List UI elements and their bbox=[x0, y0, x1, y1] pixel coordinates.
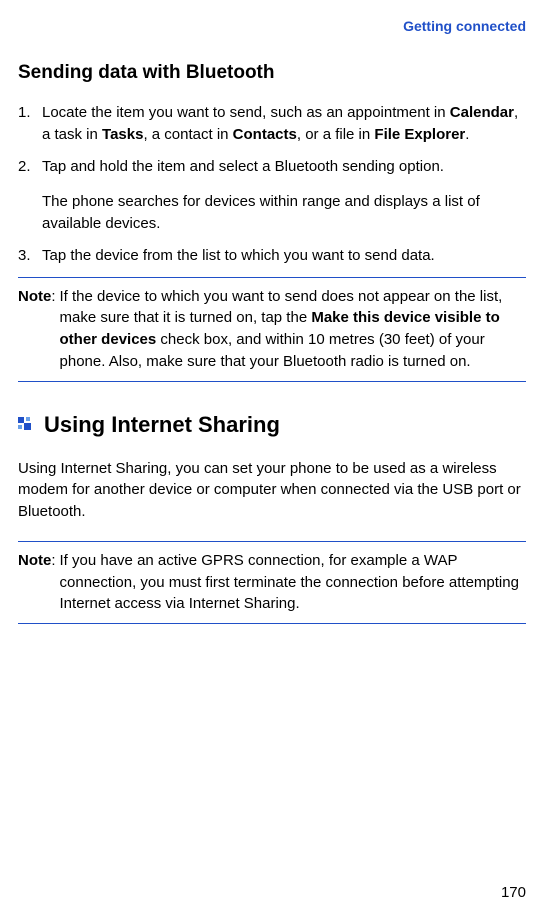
header-breadcrumb: Getting connected bbox=[18, 18, 526, 34]
note-1-label: Note: bbox=[18, 286, 60, 373]
note-box-1: Note: If the device to which you want to… bbox=[18, 277, 526, 382]
step-2-sub: The phone searches for devices within ra… bbox=[42, 191, 526, 235]
note-box-2: Note: If you have an active GPRS connect… bbox=[18, 541, 526, 624]
note-2-body: If you have an active GPRS connection, f… bbox=[60, 550, 526, 615]
step-3-text: Tap the device from the list to which yo… bbox=[42, 247, 435, 264]
step-1-bold-contacts: Contacts bbox=[233, 126, 297, 143]
step-1-text-e: . bbox=[465, 126, 469, 143]
step-3: Tap the device from the list to which yo… bbox=[18, 245, 526, 267]
note-1-body: If the device to which you want to send … bbox=[60, 286, 526, 373]
step-1-text-d: , or a file in bbox=[297, 126, 375, 143]
steps-list: Locate the item you want to send, such a… bbox=[18, 102, 526, 267]
step-1-bold-tasks: Tasks bbox=[102, 126, 143, 143]
page-number: 170 bbox=[501, 884, 526, 901]
heading-row-internet-sharing: Using Internet Sharing bbox=[18, 412, 526, 438]
step-1-bold-calendar: Calendar bbox=[450, 104, 514, 121]
step-1-text-a: Locate the item you want to send, such a… bbox=[42, 104, 450, 121]
step-1-text-c: , a contact in bbox=[143, 126, 232, 143]
section-title-bluetooth: Sending data with Bluetooth bbox=[18, 62, 526, 84]
section-title-internet-sharing: Using Internet Sharing bbox=[44, 412, 280, 438]
internet-sharing-para: Using Internet Sharing, you can set your… bbox=[18, 458, 526, 523]
step-2: Tap and hold the item and select a Bluet… bbox=[18, 156, 526, 235]
note-2-label: Note: bbox=[18, 550, 60, 615]
step-1: Locate the item you want to send, such a… bbox=[18, 102, 526, 146]
step-1-bold-file-explorer: File Explorer bbox=[374, 126, 465, 143]
step-2-text: Tap and hold the item and select a Bluet… bbox=[42, 158, 444, 175]
squares-bullet-icon bbox=[18, 417, 34, 433]
